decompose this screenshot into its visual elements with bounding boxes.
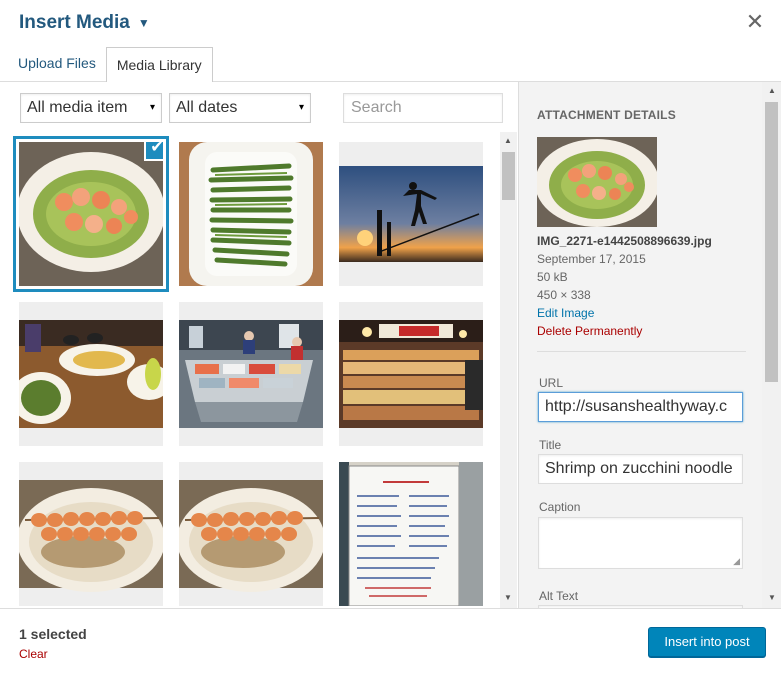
thumbnail-image bbox=[19, 142, 163, 286]
edit-image-link[interactable]: Edit Image bbox=[537, 306, 594, 320]
modal-title-text: Insert Media bbox=[19, 12, 130, 33]
date-filter[interactable]: All dates ▾ bbox=[169, 93, 311, 123]
date-filter-value: All dates bbox=[176, 99, 238, 116]
dropdown-arrow-icon: ▾ bbox=[149, 102, 155, 113]
modal-title[interactable]: Insert Media ▼ bbox=[19, 12, 150, 34]
scroll-up-icon[interactable]: ▲ bbox=[768, 86, 776, 95]
thumbnail-image bbox=[19, 302, 163, 446]
tab-upload-files[interactable]: Upload Files bbox=[8, 46, 106, 82]
tab-bar: Upload Files Media Library bbox=[0, 46, 213, 83]
divider bbox=[537, 351, 746, 352]
attachment-dimensions: 450 × 338 bbox=[537, 288, 591, 302]
media-item-asparagus-plate[interactable] bbox=[179, 142, 323, 286]
media-type-filter[interactable]: All media item ▾ bbox=[20, 93, 162, 123]
url-label: URL bbox=[539, 376, 564, 390]
thumbnail-image bbox=[339, 302, 483, 446]
attachment-details-heading: ATTACHMENT DETAILS bbox=[537, 108, 676, 122]
media-item-menu-board[interactable] bbox=[339, 462, 483, 606]
thumbnail-image bbox=[179, 302, 323, 446]
thumbnail-image bbox=[339, 462, 483, 606]
media-item-restaurant-table[interactable] bbox=[19, 302, 163, 446]
close-icon[interactable]: ✕ bbox=[743, 8, 767, 36]
delete-permanently-link[interactable]: Delete Permanently bbox=[537, 324, 642, 338]
preview-image bbox=[535, 137, 659, 227]
attachment-preview bbox=[535, 137, 659, 227]
title-field[interactable]: Shrimp on zucchini noodle bbox=[538, 454, 743, 484]
thumbnail-image bbox=[19, 462, 163, 606]
attachment-date: September 17, 2015 bbox=[537, 252, 646, 266]
media-browser: All media item ▾ All dates ▾ Search ✔ ▲ … bbox=[0, 82, 518, 608]
media-grid: ✔ bbox=[0, 132, 500, 608]
media-item-fish-market-counter[interactable] bbox=[179, 302, 323, 446]
media-item-shrimp-skewers-1[interactable] bbox=[19, 462, 163, 606]
attachment-filesize: 50 kB bbox=[537, 270, 568, 284]
alt-text-label: Alt Text bbox=[539, 589, 579, 603]
clear-selection-link[interactable]: Clear bbox=[19, 647, 48, 661]
caption-field[interactable]: ◢ bbox=[538, 517, 743, 569]
search-input[interactable]: Search bbox=[343, 93, 503, 123]
attachment-details-panel: ATTACHMENT DETAILS IMG_2271-e14425088966… bbox=[518, 82, 781, 608]
resize-grip-icon[interactable]: ◢ bbox=[733, 556, 740, 567]
caret-down-icon[interactable]: ▼ bbox=[138, 16, 150, 30]
dropdown-arrow-icon: ▾ bbox=[298, 102, 304, 113]
attachment-filename: IMG_2271-e1442508896639.jpg bbox=[537, 234, 712, 248]
insert-into-post-button[interactable]: Insert into post bbox=[648, 627, 766, 657]
media-item-shrimp-skewers-2[interactable] bbox=[179, 462, 323, 606]
modal-footer: 1 selected Clear Insert into post bbox=[0, 608, 781, 675]
modal-header: Insert Media ▼ ✕ Upload Files Media Libr… bbox=[0, 0, 781, 83]
thumbnail-image bbox=[339, 142, 483, 286]
media-item-silhouette-sunset[interactable] bbox=[339, 142, 483, 286]
scroll-down-icon[interactable]: ▼ bbox=[504, 593, 512, 602]
scrollbar-thumb[interactable] bbox=[502, 152, 515, 200]
thumbnail-image bbox=[179, 462, 323, 606]
scroll-down-icon[interactable]: ▼ bbox=[768, 593, 776, 602]
selection-count: 1 selected bbox=[19, 626, 87, 642]
media-item-market-stalls[interactable] bbox=[339, 302, 483, 446]
media-toolbar: All media item ▾ All dates ▾ Search bbox=[0, 82, 518, 132]
check-icon[interactable]: ✔ bbox=[144, 142, 163, 161]
scrollbar-thumb[interactable] bbox=[765, 102, 778, 382]
title-label: Title bbox=[539, 438, 562, 452]
media-type-filter-value: All media item bbox=[27, 99, 128, 116]
details-scrollbar[interactable]: ▲ ▼ bbox=[762, 82, 781, 608]
tab-media-library[interactable]: Media Library bbox=[105, 47, 213, 83]
thumbnail-image bbox=[179, 142, 323, 286]
grid-scrollbar[interactable]: ▲ ▼ bbox=[500, 132, 517, 608]
url-field[interactable]: http://susanshealthyway.c bbox=[538, 392, 743, 422]
caption-label: Caption bbox=[539, 500, 581, 514]
media-item-shrimp-zucchini-noodles[interactable]: ✔ bbox=[19, 142, 163, 286]
scroll-up-icon[interactable]: ▲ bbox=[504, 136, 512, 145]
